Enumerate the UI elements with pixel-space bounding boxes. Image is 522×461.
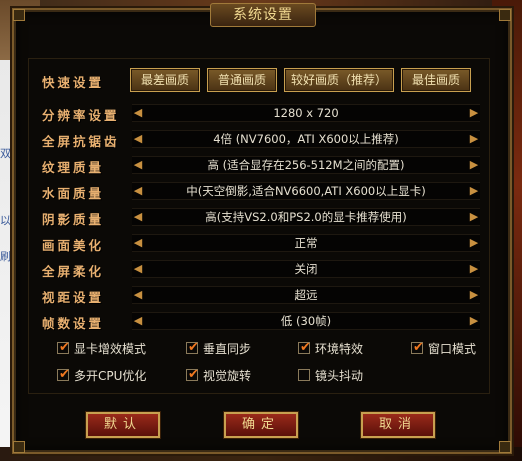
frame-corner bbox=[13, 441, 25, 453]
checkbox-box[interactable]: ✔ bbox=[57, 367, 70, 382]
backdrop-text-fragment: 双 bbox=[0, 147, 11, 160]
visual-enhance-selector[interactable]: ◀ 正常 ▶ bbox=[132, 234, 480, 252]
left-arrow-icon[interactable]: ◀ bbox=[132, 211, 144, 223]
fullscreen-soften-value: 关闭 bbox=[294, 262, 318, 276]
checkmark-icon: ✔ bbox=[188, 367, 199, 382]
resolution-label: 分辨率设置 bbox=[42, 108, 120, 123]
backdrop-text-fragment: 以 bbox=[0, 214, 11, 227]
framerate-label: 帧数设置 bbox=[42, 316, 105, 331]
good-quality-recommended-button[interactable]: 较好画质（推荐） bbox=[284, 68, 394, 92]
shadow-quality-selector[interactable]: ◀ 高(支持VS2.0和PS2.0的显卡推荐使用) ▶ bbox=[132, 208, 480, 226]
left-arrow-icon[interactable]: ◀ bbox=[132, 263, 144, 275]
framerate-selector[interactable]: ◀ 低 (30帧) ▶ bbox=[132, 312, 480, 330]
best-quality-button[interactable]: 最佳画质 bbox=[401, 68, 471, 92]
multi-instance-cpu-opt-label: 多开CPU优化 bbox=[74, 369, 147, 383]
right-arrow-icon[interactable]: ▶ bbox=[468, 315, 480, 327]
checkmark-icon: ✔ bbox=[59, 367, 70, 382]
camera-shake-label: 镜头抖动 bbox=[315, 369, 364, 383]
backdrop-text-fragment: 刷 bbox=[0, 250, 11, 263]
view-distance-selector[interactable]: ◀ 超远 ▶ bbox=[132, 286, 480, 304]
left-arrow-icon[interactable]: ◀ bbox=[132, 315, 144, 327]
left-arrow-icon[interactable]: ◀ bbox=[132, 159, 144, 171]
checkbox-box[interactable]: ✔ bbox=[186, 340, 199, 355]
right-arrow-icon[interactable]: ▶ bbox=[468, 263, 480, 275]
resolution-selector[interactable]: ◀ 1280 x 720 ▶ bbox=[132, 104, 480, 122]
view-rotation-label: 视觉旋转 bbox=[203, 369, 252, 383]
confirm-button[interactable]: 确定 bbox=[224, 412, 298, 438]
gpu-boost-mode-label: 显卡增效模式 bbox=[74, 342, 147, 356]
resolution-value: 1280 x 720 bbox=[273, 106, 339, 120]
left-arrow-icon[interactable]: ◀ bbox=[132, 133, 144, 145]
texture-quality-label: 纹理质量 bbox=[42, 160, 105, 175]
visual-enhance-value: 正常 bbox=[294, 236, 318, 250]
window-mode-label: 窗口模式 bbox=[428, 342, 477, 356]
fullscreen-antialiasing-value: 4倍 (NV7600，ATI X600以上推荐) bbox=[213, 132, 399, 146]
view-distance-label: 视距设置 bbox=[42, 290, 105, 305]
right-arrow-icon[interactable]: ▶ bbox=[468, 159, 480, 171]
left-arrow-icon[interactable]: ◀ bbox=[132, 237, 144, 249]
cancel-button[interactable]: 取消 bbox=[361, 412, 435, 438]
texture-quality-value: 高 (适合显存在256-512M之间的配置) bbox=[207, 158, 405, 172]
shadow-quality-label: 阴影质量 bbox=[42, 212, 105, 227]
right-arrow-icon[interactable]: ▶ bbox=[468, 237, 480, 249]
water-quality-selector[interactable]: ◀ 中(天空倒影,适合NV6600,ATI X600以上显卡) ▶ bbox=[132, 182, 480, 200]
checkmark-icon: ✔ bbox=[300, 340, 311, 355]
checkmark-icon: ✔ bbox=[413, 340, 424, 355]
right-arrow-icon[interactable]: ▶ bbox=[468, 107, 480, 119]
visual-enhance-label: 画面美化 bbox=[42, 238, 105, 253]
left-arrow-icon[interactable]: ◀ bbox=[132, 107, 144, 119]
frame-corner bbox=[499, 441, 511, 453]
checkbox-box[interactable] bbox=[298, 369, 310, 381]
dialog-title-bar: 系统设置 bbox=[210, 3, 316, 27]
checkbox-box[interactable]: ✔ bbox=[411, 340, 424, 355]
shadow-quality-value: 高(支持VS2.0和PS2.0的显卡推荐使用) bbox=[205, 210, 407, 224]
frame-corner bbox=[499, 9, 511, 21]
checkmark-icon: ✔ bbox=[188, 340, 199, 355]
environment-effects-label: 环境特效 bbox=[315, 342, 364, 356]
right-arrow-icon[interactable]: ▶ bbox=[468, 185, 480, 197]
checkbox-box[interactable]: ✔ bbox=[298, 340, 311, 355]
checkmark-icon: ✔ bbox=[59, 340, 70, 355]
fullscreen-antialiasing-selector[interactable]: ◀ 4倍 (NV7600，ATI X600以上推荐) ▶ bbox=[132, 130, 480, 148]
left-arrow-icon[interactable]: ◀ bbox=[132, 185, 144, 197]
fullscreen-soften-label: 全屏柔化 bbox=[42, 264, 105, 279]
vsync-label: 垂直同步 bbox=[203, 342, 252, 356]
view-distance-value: 超远 bbox=[294, 288, 318, 302]
fullscreen-soften-selector[interactable]: ◀ 关闭 ▶ bbox=[132, 260, 480, 278]
checkbox-box[interactable]: ✔ bbox=[186, 367, 199, 382]
water-quality-value: 中(天空倒影,适合NV6600,ATI X600以上显卡) bbox=[186, 184, 426, 198]
right-arrow-icon[interactable]: ▶ bbox=[468, 289, 480, 301]
right-arrow-icon[interactable]: ▶ bbox=[468, 133, 480, 145]
normal-quality-button[interactable]: 普通画质 bbox=[207, 68, 277, 92]
lowest-quality-button[interactable]: 最差画质 bbox=[130, 68, 200, 92]
left-arrow-icon[interactable]: ◀ bbox=[132, 289, 144, 301]
texture-quality-selector[interactable]: ◀ 高 (适合显存在256-512M之间的配置) ▶ bbox=[132, 156, 480, 174]
right-arrow-icon[interactable]: ▶ bbox=[468, 211, 480, 223]
dialog-title: 系统设置 bbox=[233, 7, 293, 23]
water-quality-label: 水面质量 bbox=[42, 186, 105, 201]
framerate-value: 低 (30帧) bbox=[280, 314, 332, 328]
default-button[interactable]: 默认 bbox=[86, 412, 160, 438]
fullscreen-antialiasing-label: 全屏抗锯齿 bbox=[42, 134, 120, 149]
frame-corner bbox=[13, 9, 25, 21]
checkbox-box[interactable]: ✔ bbox=[57, 340, 70, 355]
quick-settings-label: 快速设置 bbox=[42, 75, 105, 90]
